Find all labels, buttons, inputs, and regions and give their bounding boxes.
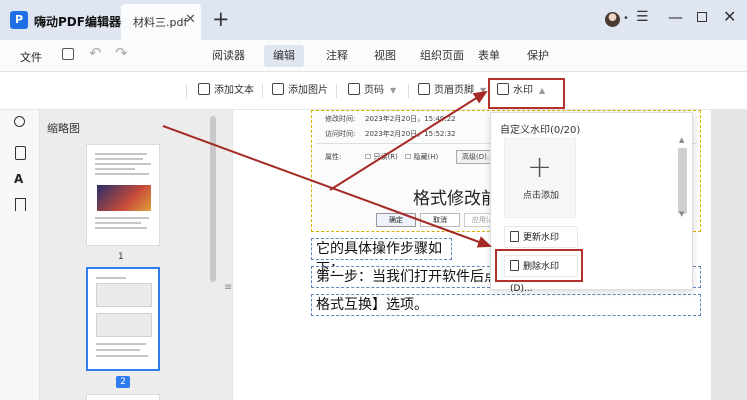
custom-watermark-title: 自定义水印(0/20) xyxy=(500,125,581,136)
page-thumbnail-3[interactable] xyxy=(86,394,160,400)
plus-icon: + xyxy=(527,150,553,185)
thumbnail-scrollbar[interactable] xyxy=(210,116,216,282)
text-recognition-icon[interactable]: A xyxy=(14,172,23,186)
thumb-text-line xyxy=(96,343,146,345)
chevron-down-icon: ▼ xyxy=(480,86,487,95)
add-text-label: 添加文本 xyxy=(214,85,254,96)
page-number-label: 页码 xyxy=(364,85,384,96)
scroll-up-icon[interactable]: ▲ xyxy=(679,136,684,144)
thumb-screenshot-block xyxy=(96,313,152,337)
thumb-text-line xyxy=(95,173,149,175)
add-image-icon xyxy=(272,83,284,95)
thumb-text-line xyxy=(95,222,141,224)
thumb-text-line xyxy=(95,158,143,160)
hamburger-menu-icon[interactable]: ☰ xyxy=(636,9,649,25)
embedded-ok-button: 确定 xyxy=(376,213,416,227)
bookmark-icon[interactable] xyxy=(15,198,26,211)
add-text-icon xyxy=(198,83,210,95)
tab-protect[interactable]: 保护 xyxy=(518,45,558,67)
toolbar-divider xyxy=(186,84,187,98)
update-icon xyxy=(510,231,519,242)
add-image-label: 添加图片 xyxy=(288,85,328,96)
page-thumbnail-2[interactable] xyxy=(86,267,160,371)
delete-watermark-highlight-box xyxy=(495,249,583,282)
scroll-down-icon[interactable]: ▼ xyxy=(679,210,684,218)
dropdown-scrollbar[interactable] xyxy=(678,148,687,214)
page-number-button[interactable]: 页码 ▼ xyxy=(348,80,396,102)
search-icon[interactable] xyxy=(14,116,25,127)
page-thumbnail-1[interactable] xyxy=(86,144,160,246)
text-block-3[interactable]: 格式互换】选项。 xyxy=(311,294,701,316)
redo-icon[interactable]: ↷ xyxy=(115,44,128,62)
chevron-down-icon: ▼ xyxy=(390,86,397,95)
thumb-text-line xyxy=(96,355,148,357)
page-number-2-badge: 2 xyxy=(116,376,130,388)
document-tab-label: 材料三.pdf xyxy=(133,16,188,29)
thumb-banner-image xyxy=(97,185,151,211)
app-logo-icon: P xyxy=(10,11,28,29)
new-tab-plus-icon[interactable]: + xyxy=(212,7,230,31)
edit-toolbar: 添加文本 添加图片 页码 ▼ 页眉页脚 ▼ 水印 ▲ xyxy=(0,72,747,110)
page-number-icon xyxy=(348,83,360,95)
thumb-text-line xyxy=(95,163,151,165)
thumb-text-line xyxy=(95,168,135,170)
toolbar-divider xyxy=(262,84,263,98)
header-footer-icon xyxy=(418,83,430,95)
save-icon[interactable] xyxy=(62,48,74,60)
thumb-text-line xyxy=(95,217,149,219)
thumb-text-line xyxy=(95,153,147,155)
toolbar-divider xyxy=(408,84,409,98)
thumb-screenshot-block xyxy=(96,283,152,307)
tab-edit[interactable]: 编辑 xyxy=(264,45,304,67)
window-close-icon[interactable]: ✕ xyxy=(723,7,736,26)
maximize-icon[interactable] xyxy=(697,12,707,22)
tab-forms[interactable]: 表单 xyxy=(469,45,509,67)
header-footer-button[interactable]: 页眉页脚 ▼ xyxy=(418,80,486,102)
undo-icon[interactable]: ↶ xyxy=(89,44,102,62)
minimize-icon[interactable]: — xyxy=(668,8,683,26)
file-menu[interactable]: 文件 xyxy=(20,49,42,65)
menu-bar: 文件 ↶ ↷ 阅读器 编辑 注释 视图 组织页面 表单 保护 xyxy=(0,40,747,72)
status-dot-icon: • xyxy=(623,13,629,24)
tab-view[interactable]: 视图 xyxy=(365,45,405,67)
thumb-text-line xyxy=(96,349,140,351)
user-avatar[interactable] xyxy=(605,12,620,27)
thumb-text-line xyxy=(95,227,147,229)
embedded-cancel-button: 取消 xyxy=(420,213,460,227)
add-image-button[interactable]: 添加图片 xyxy=(272,80,328,102)
toolbar-divider xyxy=(336,84,337,98)
update-watermark-item[interactable]: 更新水印(U)... xyxy=(504,226,578,265)
add-watermark-label: 点击添加 xyxy=(523,191,560,201)
tab-organize-pages[interactable]: 组织页面 xyxy=(411,45,473,67)
page-number-1: 1 xyxy=(118,252,124,262)
tab-reader[interactable]: 阅读器 xyxy=(203,45,254,67)
document-tab[interactable]: 材料三.pdf ✕ xyxy=(121,4,201,40)
add-text-button[interactable]: 添加文本 xyxy=(198,80,254,102)
thumbnail-page-icon[interactable] xyxy=(15,146,26,160)
app-title: 嗨动PDF编辑器 xyxy=(34,15,121,29)
embedded-heading: 格式修改前 xyxy=(413,189,498,209)
thumb-text-line xyxy=(96,277,126,279)
thumbnail-panel-title: 缩略图 xyxy=(47,122,80,135)
header-footer-label: 页眉页脚 xyxy=(434,85,474,96)
watermark-highlight-box xyxy=(488,78,565,109)
tab-annotate[interactable]: 注释 xyxy=(317,45,357,67)
tab-close-icon[interactable]: ✕ xyxy=(185,12,196,27)
text-block-1[interactable]: 它的具体操作步骤如下： xyxy=(311,238,452,277)
